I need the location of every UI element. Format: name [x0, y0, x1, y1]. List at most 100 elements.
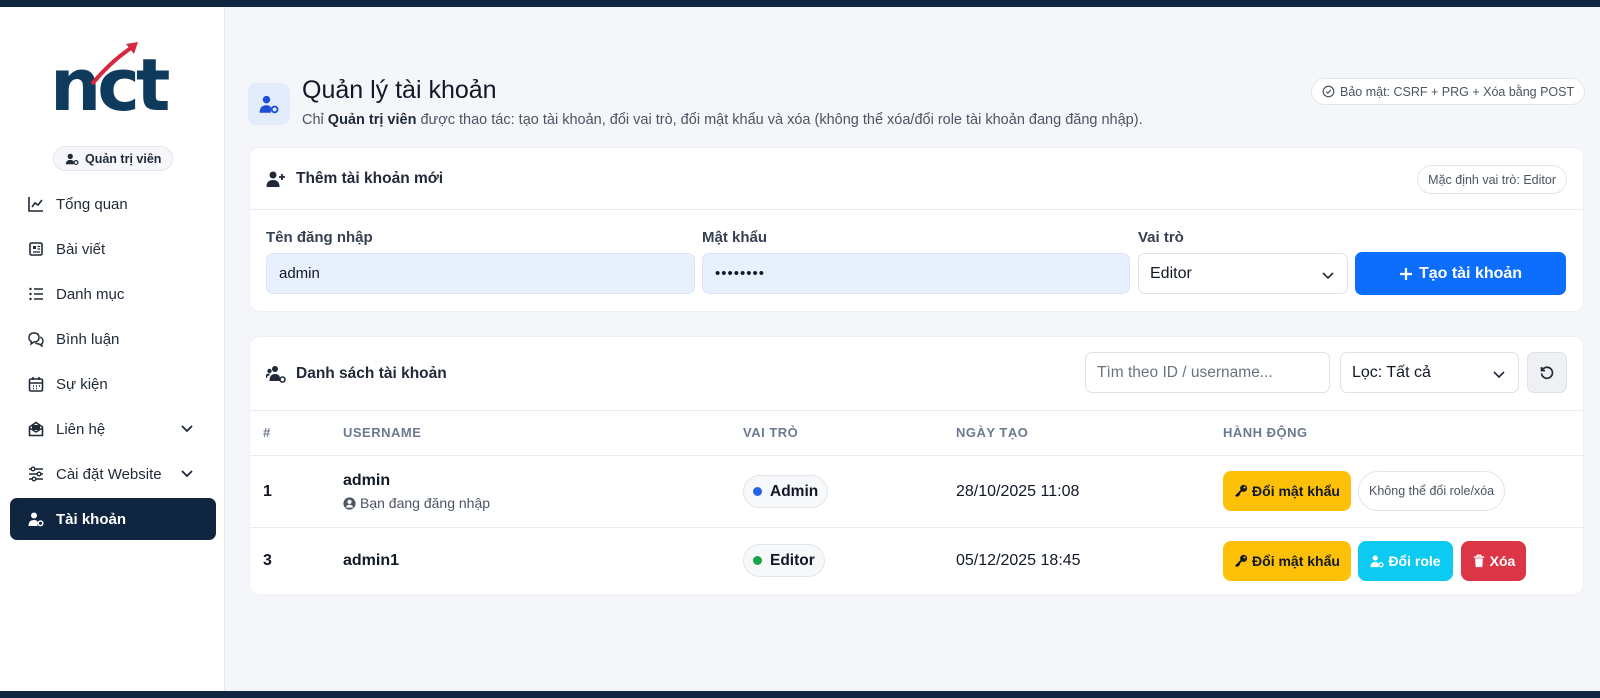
- chevron-down-icon: [181, 425, 193, 433]
- username-label: Tên đăng nhập: [266, 229, 373, 246]
- role-chip: Admin: [743, 475, 829, 508]
- row-username: admin: [343, 472, 391, 489]
- comments-icon: [28, 332, 44, 347]
- key-icon: [1235, 554, 1248, 567]
- sidebar-item-label: Bình luận: [56, 330, 120, 348]
- role-badge: Quản trị viên: [53, 146, 174, 171]
- sidebar-item-contact[interactable]: Liên hệ: [10, 408, 216, 450]
- column-header-username: USERNAME: [343, 425, 422, 440]
- user-gear-icon: [65, 153, 79, 165]
- subtitle-rest: được thao tác: tạo tài khoản, đổi vai tr…: [416, 112, 1143, 128]
- default-role-badge: Mặc định vai trò: Editor: [1417, 165, 1567, 194]
- page-header-icon: [248, 83, 290, 125]
- create-account-button[interactable]: Tạo tài khoản: [1355, 252, 1566, 295]
- role-filter-value: Lọc: Tất cả: [1352, 363, 1431, 381]
- sidebar-item-label: Liên hệ: [56, 420, 106, 438]
- page-title: Quản lý tài khoản: [302, 76, 497, 104]
- sidebar-item-label: Sự kiện: [56, 375, 108, 393]
- sidebar-item-label: Danh mục: [56, 285, 125, 303]
- security-badge-label: Bảo mật: CSRF + PRG + Xóa bằng POST: [1340, 84, 1575, 99]
- change-password-button[interactable]: Đổi mật khẩu: [1223, 471, 1351, 511]
- envelope-open-icon: [28, 421, 44, 437]
- role-filter-select[interactable]: Lọc: Tất cả: [1340, 352, 1519, 393]
- username-input[interactable]: admin: [266, 253, 695, 294]
- user-gear-icon: [1370, 555, 1385, 568]
- table-divider: [250, 527, 1583, 528]
- role-chip-label: Editor: [770, 551, 815, 569]
- current-user-note: Bạn đang đăng nhập: [343, 495, 490, 511]
- user-gear-icon: [28, 512, 44, 527]
- sliders-icon: [29, 466, 43, 482]
- bottom-bar: [0, 691, 1600, 698]
- role-chip: Editor: [743, 544, 825, 577]
- column-header-id: #: [263, 425, 271, 440]
- row-created: 28/10/2025 11:08: [956, 483, 1080, 500]
- sidebar: nct Quản trị viên Tổng quan Bài viết Dan…: [0, 7, 225, 691]
- role-chip-label: Admin: [770, 482, 819, 500]
- user-gear-icon: [259, 95, 279, 114]
- sidebar-item-label: Cài đặt Website: [56, 465, 162, 483]
- table-divider: [250, 455, 1583, 456]
- calendar-icon: [28, 377, 44, 392]
- sidebar-item-comments[interactable]: Bình luận: [10, 318, 216, 360]
- password-input[interactable]: ••••••••: [702, 253, 1130, 294]
- role-label: Vai trò: [1138, 229, 1184, 246]
- change-password-button[interactable]: Đổi mật khẩu: [1223, 541, 1351, 581]
- create-account-header: Thêm tài khoản mới Mặc định vai trò: Edi…: [250, 148, 1583, 210]
- role-select[interactable]: Editor: [1138, 253, 1348, 294]
- role-dot-editor: [753, 556, 762, 565]
- accounts-list-title: Danh sách tài khoản: [296, 364, 447, 382]
- newspaper-icon: [29, 242, 43, 256]
- role-select-value: Editor: [1150, 264, 1192, 282]
- create-account-button-label: Tạo tài khoản: [1418, 264, 1523, 282]
- change-role-label: Đổi role: [1388, 553, 1441, 569]
- check-circle-icon: [1322, 85, 1335, 98]
- chevron-down-icon: [1493, 371, 1505, 379]
- change-role-button[interactable]: Đổi role: [1358, 541, 1453, 581]
- column-header-role: VAI TRÒ: [743, 425, 799, 440]
- reset-filter-button[interactable]: [1527, 352, 1567, 393]
- chevron-down-icon: [1322, 272, 1334, 280]
- row-id: 3: [263, 552, 272, 569]
- create-account-title: Thêm tài khoản mới: [296, 169, 444, 187]
- sidebar-item-label: Bài viết: [56, 240, 106, 258]
- plus-icon: [1399, 267, 1412, 280]
- role-badge-label: Quản trị viên: [85, 151, 162, 166]
- security-badge: Bảo mật: CSRF + PRG + Xóa bằng POST: [1311, 78, 1586, 105]
- refresh-icon: [1540, 365, 1554, 379]
- page-subtitle: Chỉ Quản trị viên được thao tác: tạo tài…: [302, 112, 1143, 128]
- column-header-created: NGÀY TẠO: [956, 425, 1029, 440]
- column-header-actions: HÀNH ĐỘNG: [1223, 425, 1308, 440]
- subtitle-prefix: Chỉ: [302, 112, 328, 128]
- account-search-input[interactable]: Tìm theo ID / username...: [1085, 352, 1330, 393]
- row-username: admin1: [343, 552, 400, 569]
- brand-logo[interactable]: nct: [50, 40, 176, 127]
- sidebar-item-events[interactable]: Sự kiện: [10, 363, 216, 405]
- sidebar-item-posts[interactable]: Bài viết: [10, 228, 216, 270]
- sidebar-item-categories[interactable]: Danh mục: [10, 273, 216, 315]
- top-bar: [0, 0, 1600, 7]
- subtitle-bold: Quản trị viên: [327, 112, 417, 128]
- account-search-placeholder: Tìm theo ID / username...: [1097, 363, 1273, 381]
- change-password-label: Đổi mật khẩu: [1252, 483, 1340, 499]
- sidebar-item-label: Tổng quan: [56, 195, 128, 213]
- chevron-down-icon: [181, 470, 193, 478]
- key-icon: [1235, 484, 1248, 497]
- row-created: 05/12/2025 18:45: [956, 552, 1081, 569]
- role-dot-admin: [753, 487, 762, 496]
- current-user-note-label: Bạn đang đăng nhập: [360, 495, 491, 511]
- delete-label: Xóa: [1489, 553, 1516, 569]
- sidebar-item-label: Tài khoản: [56, 510, 127, 528]
- password-label: Mật khẩu: [702, 229, 768, 246]
- user-circle-icon: [343, 496, 356, 510]
- locked-note: Không thể đổi role/xóa: [1358, 471, 1506, 511]
- delete-button[interactable]: Xóa: [1461, 541, 1526, 581]
- list-icon: [29, 287, 43, 301]
- chart-line-icon: [28, 197, 43, 212]
- sidebar-item-overview[interactable]: Tổng quan: [10, 183, 216, 225]
- users-gear-icon: [266, 365, 286, 383]
- sidebar-item-accounts[interactable]: Tài khoản: [10, 498, 216, 540]
- sidebar-item-website-settings[interactable]: Cài đặt Website: [10, 453, 216, 495]
- row-id: 1: [263, 483, 272, 500]
- svg-text:nct: nct: [50, 43, 169, 120]
